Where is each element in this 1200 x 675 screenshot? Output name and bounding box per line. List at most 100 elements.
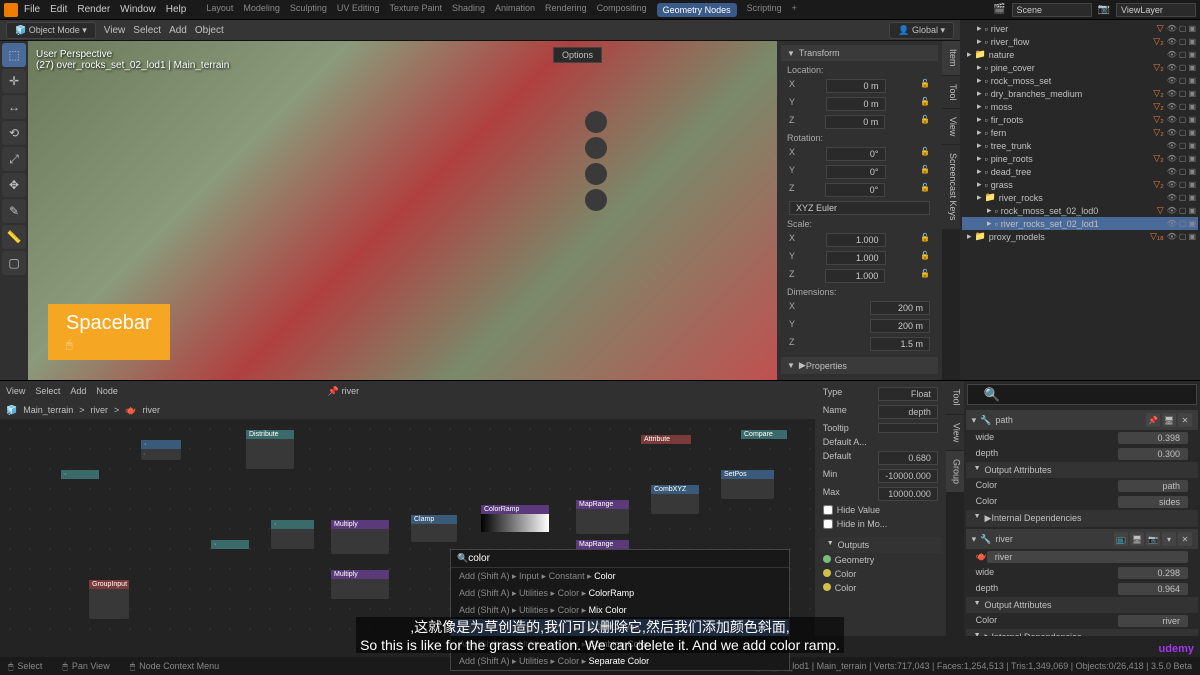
max-input[interactable]: 10000.000: [878, 487, 938, 501]
scene-name-input[interactable]: [1012, 3, 1092, 17]
ne-menu-view[interactable]: View: [6, 386, 25, 396]
vtab-ne-group[interactable]: Group: [946, 451, 964, 492]
viewport-menu-object[interactable]: Object: [195, 25, 224, 36]
close-icon[interactable]: ✕: [1178, 413, 1192, 427]
viewport-options-button[interactable]: Options: [553, 47, 602, 63]
vtab-ne-view[interactable]: View: [946, 415, 964, 450]
outliner-item[interactable]: ▸▫rock_moss_set_02_lod0▽👁▢▣: [962, 204, 1198, 217]
tab-geometrynodes[interactable]: Geometry Nodes: [657, 3, 737, 17]
output-socket-row[interactable]: Color: [819, 567, 942, 581]
outliner-item[interactable]: ▸▫rock_moss_set👁▢▣: [962, 74, 1198, 87]
tool-move[interactable]: ↔: [2, 95, 26, 119]
dim-x[interactable]: 200 m: [870, 301, 930, 315]
outliner-item[interactable]: ▸📁river_rocks👁▢▣: [962, 191, 1198, 204]
river-wide-input[interactable]: 0.298: [1118, 567, 1188, 579]
menu-window[interactable]: Window: [120, 4, 156, 15]
loc-y[interactable]: 0 m: [826, 97, 886, 111]
viewport-menu-add[interactable]: Add: [169, 25, 187, 36]
lock-icon[interactable]: 🔓: [920, 269, 930, 283]
tool-annotate[interactable]: ✎: [2, 199, 26, 223]
scale-x[interactable]: 1.000: [826, 233, 886, 247]
search-result-row[interactable]: Add (Shift A) ▸ Utilities ▸ Color ▸ Sepa…: [451, 653, 789, 670]
attr-path[interactable]: path: [1118, 480, 1188, 492]
lock-icon[interactable]: 🔓: [920, 233, 930, 247]
search-result-row[interactable]: Add (Shift A) ▸ Utilities ▸ Color ▸ Colo…: [451, 585, 789, 602]
dim-y[interactable]: 200 m: [870, 319, 930, 333]
tab-add[interactable]: +: [792, 3, 797, 17]
tab-uvediting[interactable]: UV Editing: [337, 3, 380, 17]
search-result-row[interactable]: Add (Shift A) ▸ Input ▸ Constant ▸ Color: [451, 568, 789, 585]
path-depth-input[interactable]: 0.300: [1118, 448, 1188, 460]
outliner-item[interactable]: ▸▫river_flow▽₂👁▢▣: [962, 35, 1198, 48]
loc-z[interactable]: 0 m: [825, 115, 885, 129]
tab-layout[interactable]: Layout: [206, 3, 233, 17]
dim-z[interactable]: 1.5 m: [870, 337, 930, 351]
breadcrumb-0[interactable]: Main_terrain: [23, 405, 73, 415]
output-socket-row[interactable]: Geometry: [819, 553, 942, 567]
monitor-icon[interactable]: 🖥: [1162, 413, 1176, 427]
rotation-mode-dropdown[interactable]: XYZ Euler: [789, 201, 930, 215]
tab-compositing[interactable]: Compositing: [597, 3, 647, 17]
attr-sides[interactable]: sides: [1118, 496, 1188, 508]
modifier-path-header[interactable]: ▾ 🔧 path📌🖥✕: [966, 410, 1198, 430]
outliner-item[interactable]: ▸▫fir_roots▽₂👁▢▣: [962, 113, 1198, 126]
rot-y[interactable]: 0°: [826, 165, 886, 179]
output-attrs-header[interactable]: Output Attributes: [966, 462, 1198, 478]
tab-sculpting[interactable]: Sculpting: [290, 3, 327, 17]
tab-texturepaint[interactable]: Texture Paint: [389, 3, 442, 17]
tool-add-cube[interactable]: ▢: [2, 251, 26, 275]
tool-measure[interactable]: 📏: [2, 225, 26, 249]
vtab-view[interactable]: View: [942, 109, 960, 144]
internal-deps-header[interactable]: ▶ Internal Dependencies: [966, 510, 1198, 527]
vtab-item[interactable]: Item: [942, 41, 960, 75]
min-input[interactable]: -10000.000: [878, 469, 938, 483]
tool-select-box[interactable]: ⬚: [2, 43, 26, 67]
loc-x[interactable]: 0 m: [826, 79, 886, 93]
rot-z[interactable]: 0°: [825, 183, 885, 197]
outliner-item[interactable]: ▸▫moss▽₂👁▢▣: [962, 100, 1198, 113]
vtab-tool[interactable]: Tool: [942, 76, 960, 109]
vtab-screencast[interactable]: Screencast Keys: [942, 145, 960, 229]
scale-y[interactable]: 1.000: [826, 251, 886, 265]
type-dropdown[interactable]: Float: [878, 387, 938, 401]
outliner-item[interactable]: ▸▫pine_roots▽₂👁▢▣: [962, 152, 1198, 165]
breadcrumb-1[interactable]: river: [91, 405, 109, 415]
transform-header[interactable]: Transform: [781, 45, 938, 61]
viewlayer-name-input[interactable]: [1116, 3, 1196, 17]
breadcrumb-2[interactable]: river: [143, 405, 161, 415]
menu-render[interactable]: Render: [77, 4, 110, 15]
outliner-item[interactable]: ▸📁proxy_models▽₁₈👁▢▣: [962, 230, 1198, 243]
viewport-3d[interactable]: User Perspective (27) over_rocks_set_02_…: [28, 41, 777, 380]
lock-icon[interactable]: 🔓: [920, 147, 930, 161]
river-nodetree-input[interactable]: river: [987, 551, 1188, 563]
ne-menu-add[interactable]: Add: [70, 386, 86, 396]
props-search-input[interactable]: [967, 384, 1197, 405]
menu-edit[interactable]: Edit: [50, 4, 67, 15]
ne-menu-select[interactable]: Select: [35, 386, 60, 396]
attr-river[interactable]: river: [1118, 615, 1188, 627]
lock-icon[interactable]: 🔓: [920, 115, 930, 129]
ne-menu-node[interactable]: Node: [96, 386, 118, 396]
viewport-menu-select[interactable]: Select: [133, 25, 161, 36]
tooltip-input[interactable]: [878, 423, 938, 433]
lock-icon[interactable]: 🔓: [920, 183, 930, 197]
scale-z[interactable]: 1.000: [825, 269, 885, 283]
outliner-item[interactable]: ▸▫dead_tree👁▢▣: [962, 165, 1198, 178]
camera-icon[interactable]: [585, 163, 607, 185]
menu-help[interactable]: Help: [166, 4, 187, 15]
tab-scripting[interactable]: Scripting: [747, 3, 782, 17]
lock-icon[interactable]: 🔓: [920, 97, 930, 111]
search-input[interactable]: [468, 553, 783, 564]
pan-icon[interactable]: [585, 137, 607, 159]
tab-rendering[interactable]: Rendering: [545, 3, 587, 17]
outliner[interactable]: ▸▫river▽👁▢▣ ▸▫river_flow▽₂👁▢▣▸📁nature👁▢▣…: [960, 20, 1200, 380]
output-attrs-header-2[interactable]: Output Attributes: [966, 597, 1198, 613]
modifier-river-header[interactable]: ▾ 🔧 river📺🖥📷▾✕: [966, 529, 1198, 549]
lock-icon[interactable]: 🔓: [920, 251, 930, 265]
orientation-dropdown[interactable]: 👤 Global ▾: [889, 22, 954, 39]
perspective-toggle-icon[interactable]: [585, 189, 607, 211]
tab-modeling[interactable]: Modeling: [243, 3, 280, 17]
mode-dropdown[interactable]: 🧊 Object Mode ▾: [6, 22, 96, 39]
tab-animation[interactable]: Animation: [495, 3, 535, 17]
tool-cursor[interactable]: ✛: [2, 69, 26, 93]
